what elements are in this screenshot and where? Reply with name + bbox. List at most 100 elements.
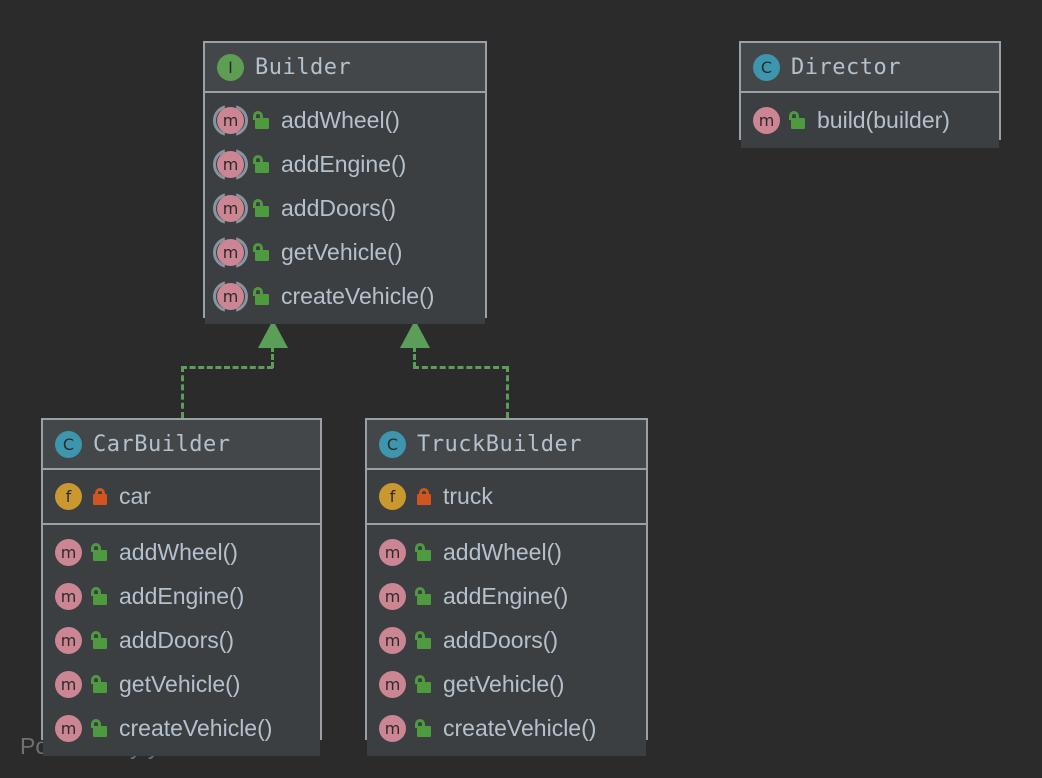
realization-segment-right-horizontal	[413, 366, 508, 369]
method-name: getVehicle()	[443, 671, 564, 698]
uml-member-row[interactable]: m build(builder)	[741, 98, 999, 142]
public-unlock-icon	[91, 675, 109, 693]
uml-member-row[interactable]: m addDoors()	[205, 186, 485, 230]
method-badge-icon: m	[217, 239, 244, 266]
uml-class-carbuilder[interactable]: C CarBuilder f car m addWheel() m addEng…	[41, 418, 322, 740]
public-unlock-icon	[415, 543, 433, 561]
public-unlock-icon	[253, 111, 271, 129]
private-lock-icon	[415, 487, 433, 505]
realization-segment-right-vertical-lower	[506, 366, 509, 418]
public-unlock-icon	[91, 719, 109, 737]
uml-class-builder-header: I Builder	[205, 43, 485, 93]
method-badge-icon: m	[753, 107, 780, 134]
public-unlock-icon	[415, 631, 433, 649]
realization-segment-left-vertical-upper	[271, 346, 274, 368]
uml-class-truckbuilder[interactable]: C TruckBuilder f truck m addWheel() m ad…	[365, 418, 648, 740]
method-badge-icon: m	[55, 627, 82, 654]
uml-member-row[interactable]: m createVehicle()	[367, 706, 646, 750]
method-badge-icon: m	[379, 627, 406, 654]
private-lock-icon	[91, 487, 109, 505]
field-name: truck	[443, 483, 493, 510]
public-unlock-icon	[253, 243, 271, 261]
public-unlock-icon	[91, 543, 109, 561]
public-unlock-icon	[253, 155, 271, 173]
method-name: addDoors()	[443, 627, 558, 654]
uml-member-row[interactable]: m addWheel()	[205, 98, 485, 142]
uml-member-row[interactable]: m createVehicle()	[205, 274, 485, 318]
uml-class-truckbuilder-fields: f truck	[367, 470, 646, 525]
method-badge-icon: m	[379, 583, 406, 610]
method-name: addDoors()	[119, 627, 234, 654]
uml-class-director-methods: m build(builder)	[741, 93, 999, 148]
uml-class-carbuilder-title: CarBuilder	[93, 432, 230, 457]
method-badge-icon: m	[379, 539, 406, 566]
method-name: addEngine()	[443, 583, 568, 610]
realization-arrowhead-left	[258, 320, 288, 348]
realization-segment-left-vertical-lower	[181, 366, 184, 418]
method-name: build(builder)	[817, 107, 950, 134]
uml-member-row[interactable]: m getVehicle()	[205, 230, 485, 274]
public-unlock-icon	[253, 199, 271, 217]
uml-member-row[interactable]: m getVehicle()	[43, 662, 320, 706]
field-badge-icon: f	[55, 483, 82, 510]
class-badge-icon: C	[379, 431, 406, 458]
public-unlock-icon	[91, 631, 109, 649]
uml-class-director-title: Director	[791, 55, 901, 80]
method-badge-icon: m	[217, 195, 244, 222]
public-unlock-icon	[415, 587, 433, 605]
uml-class-truckbuilder-title: TruckBuilder	[417, 432, 582, 457]
method-name: createVehicle()	[281, 283, 434, 310]
method-name: addEngine()	[119, 583, 244, 610]
method-name: addWheel()	[443, 539, 562, 566]
method-badge-icon: m	[55, 583, 82, 610]
method-name: createVehicle()	[119, 715, 272, 742]
uml-class-carbuilder-header: C CarBuilder	[43, 420, 320, 470]
uml-member-row[interactable]: m addEngine()	[205, 142, 485, 186]
uml-member-row[interactable]: m addDoors()	[367, 618, 646, 662]
public-unlock-icon	[253, 287, 271, 305]
method-badge-icon: m	[55, 539, 82, 566]
method-name: addWheel()	[119, 539, 238, 566]
method-name: addEngine()	[281, 151, 406, 178]
uml-class-director-header: C Director	[741, 43, 999, 93]
method-name: getVehicle()	[281, 239, 402, 266]
method-name: getVehicle()	[119, 671, 240, 698]
uml-member-row[interactable]: m addWheel()	[43, 530, 320, 574]
uml-class-truckbuilder-header: C TruckBuilder	[367, 420, 646, 470]
realization-arrowhead-right	[400, 320, 430, 348]
field-name: car	[119, 483, 151, 510]
uml-class-director[interactable]: C Director m build(builder)	[739, 41, 1001, 140]
public-unlock-icon	[91, 587, 109, 605]
method-badge-icon: m	[55, 671, 82, 698]
uml-class-truckbuilder-methods: m addWheel() m addEngine() m addDoors() …	[367, 525, 646, 756]
uml-member-row[interactable]: m createVehicle()	[43, 706, 320, 750]
uml-class-carbuilder-fields: f car	[43, 470, 320, 525]
method-badge-icon: m	[379, 715, 406, 742]
method-badge-icon: m	[379, 671, 406, 698]
uml-class-builder-title: Builder	[255, 55, 351, 80]
method-badge-icon: m	[217, 283, 244, 310]
method-name: addWheel()	[281, 107, 400, 134]
uml-member-row[interactable]: m addWheel()	[367, 530, 646, 574]
public-unlock-icon	[415, 675, 433, 693]
class-badge-icon: C	[55, 431, 82, 458]
uml-member-row[interactable]: m addDoors()	[43, 618, 320, 662]
uml-class-builder[interactable]: I Builder m addWheel() m addEngine() m a…	[203, 41, 487, 318]
uml-diagram-canvas: I Builder m addWheel() m addEngine() m a…	[0, 0, 1042, 778]
method-badge-icon: m	[217, 151, 244, 178]
realization-segment-left-horizontal	[181, 366, 273, 369]
uml-member-row[interactable]: f car	[43, 474, 320, 518]
realization-segment-right-vertical-upper	[413, 346, 416, 368]
uml-member-row[interactable]: m getVehicle()	[367, 662, 646, 706]
field-badge-icon: f	[379, 483, 406, 510]
interface-badge-icon: I	[217, 54, 244, 81]
method-badge-icon: m	[55, 715, 82, 742]
public-unlock-icon	[415, 719, 433, 737]
method-name: createVehicle()	[443, 715, 596, 742]
uml-member-row[interactable]: m addEngine()	[43, 574, 320, 618]
public-unlock-icon	[789, 111, 807, 129]
uml-member-row[interactable]: f truck	[367, 474, 646, 518]
method-badge-icon: m	[217, 107, 244, 134]
class-badge-icon: C	[753, 54, 780, 81]
uml-member-row[interactable]: m addEngine()	[367, 574, 646, 618]
